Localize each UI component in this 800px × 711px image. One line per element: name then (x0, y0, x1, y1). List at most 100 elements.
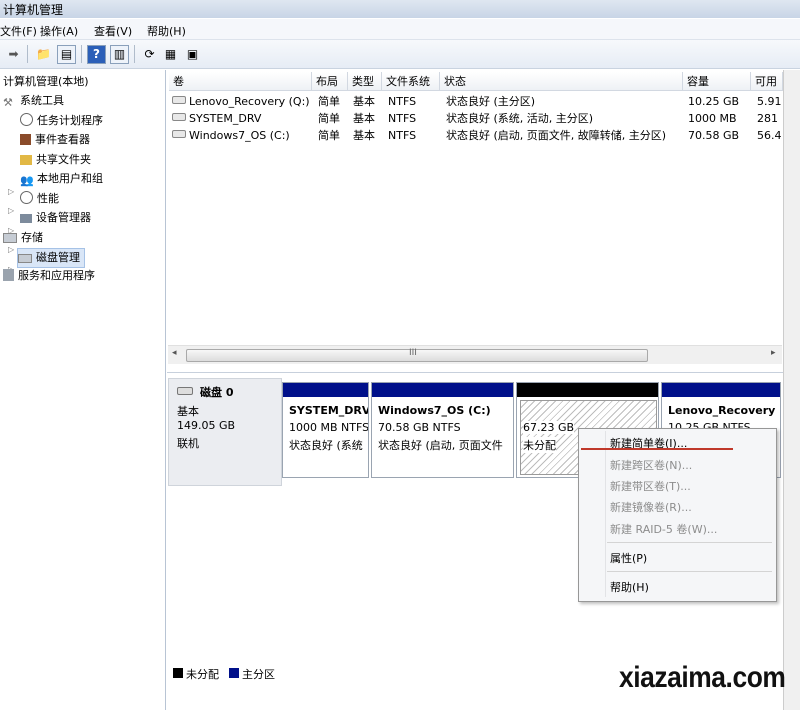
context-menu: 新建简单卷(I)... 新建跨区卷(N)... 新建带区卷(T)... 新建镜像… (578, 428, 777, 602)
cell-status: 状态良好 (启动, 页面文件, 故障转储, 主分区) (446, 129, 667, 142)
cell-volume: Windows7_OS (C:) (172, 127, 310, 144)
column-header-filesystem[interactable]: 文件系统 (382, 72, 440, 91)
menu-view[interactable]: 查看(V) (94, 23, 132, 39)
device-manager-icon (20, 214, 32, 223)
legend-label-unallocated: 未分配 (186, 668, 219, 681)
partition-name: SYSTEM_DRV (289, 404, 369, 417)
cell-capacity: 10.25 GB (688, 95, 740, 108)
tree-item-local-users[interactable]: 👥 本地用户和组 (20, 170, 103, 188)
column-header-status[interactable]: 状态 (440, 72, 683, 91)
cell-type: 基本 (353, 129, 375, 142)
menu-action[interactable]: 操作(A) (40, 23, 78, 39)
primary-partition-bar (372, 383, 513, 397)
users-icon: 👥 (20, 174, 34, 187)
tree-item-event-viewer[interactable]: 事件查看器 (20, 131, 90, 149)
services-icon (3, 269, 14, 281)
expand-arrow-icon[interactable]: ▷ (8, 187, 14, 196)
menu-item-help[interactable]: 帮助(H) (610, 579, 649, 595)
menu-item-new-striped-volume[interactable]: 新建带区卷(T)... (610, 478, 691, 494)
scroll-left-icon[interactable]: ◂ (172, 348, 177, 358)
disk-info-panel[interactable]: 磁盘 0 基本 149.05 GB 联机 (168, 378, 282, 486)
help-icon[interactable]: ? (87, 45, 106, 64)
event-viewer-icon (20, 134, 31, 145)
partition-name: Lenovo_Recovery (668, 404, 776, 417)
column-header-volume[interactable]: 卷 (169, 72, 312, 91)
partition-status: 未分配 (523, 437, 556, 453)
menu-item-new-mirrored-volume[interactable]: 新建镜像卷(R)... (610, 499, 692, 515)
up-folder-icon[interactable]: 📁 (34, 45, 53, 64)
legend-label-primary: 主分区 (242, 668, 275, 681)
cell-volume: SYSTEM_DRV (172, 110, 310, 127)
menu-item-new-spanned-volume[interactable]: 新建跨区卷(N)... (610, 457, 692, 473)
disk-settings-icon[interactable]: ▣ (183, 45, 202, 64)
disk-name: 磁盘 0 (200, 386, 234, 399)
cell-type: 基本 (353, 95, 375, 108)
show-tree-icon[interactable]: ▤ (57, 45, 76, 64)
tree-label: 共享文件夹 (36, 153, 91, 166)
expand-arrow-icon[interactable]: ▷ (8, 206, 14, 215)
menu-item-properties[interactable]: 属性(P) (610, 550, 647, 566)
horizontal-scrollbar[interactable]: ◂ III ▸ (168, 345, 782, 364)
storage-icon (3, 233, 17, 243)
cell-filesystem: NTFS (388, 129, 417, 142)
cell-free: 5.91 (757, 95, 782, 108)
cell-capacity: 1000 MB (688, 112, 737, 125)
toolbar-separator (27, 45, 28, 63)
vertical-scrollbar[interactable] (783, 70, 800, 710)
disk-status: 联机 (177, 437, 199, 450)
partition-status: 状态良好 (系统 (289, 439, 363, 452)
column-header-free[interactable]: 可用 (751, 72, 783, 91)
cell-free: 56.4 (757, 129, 782, 142)
tree-item-root[interactable]: 计算机管理(本地) (3, 73, 89, 91)
toolbar: ➡ 📁 ▤ ? ▥ ⟳ ▦ ▣ (0, 40, 800, 69)
volume-icon (172, 130, 186, 138)
menu-separator (607, 571, 772, 572)
tree-item-services-apps[interactable]: 服务和应用程序 (3, 267, 95, 285)
unallocated-bar (517, 383, 658, 397)
action-pane-icon[interactable]: ▥ (110, 45, 129, 64)
properties-icon[interactable]: ▦ (161, 45, 180, 64)
scrollbar-thumb[interactable]: III (186, 348, 648, 362)
cell-layout: 简单 (318, 129, 340, 142)
performance-icon (20, 191, 33, 204)
tree-item-device-manager[interactable]: 设备管理器 (20, 209, 91, 227)
disk-icon (177, 387, 193, 395)
tree-item-performance[interactable]: 性能 (20, 190, 59, 208)
tree-item-task-scheduler[interactable]: 任务计划程序 (20, 112, 103, 130)
cell-status: 状态良好 (主分区) (446, 95, 536, 108)
title-bar: 计算机管理 (0, 0, 800, 18)
menu-item-new-raid5-volume[interactable]: 新建 RAID-5 卷(W)... (610, 521, 717, 537)
legend-swatch-unallocated (173, 668, 183, 678)
refresh-icon[interactable]: ⟳ (140, 45, 159, 64)
folder-icon (20, 155, 32, 165)
column-header-layout[interactable]: 布局 (312, 72, 348, 91)
tree-item-system-tools[interactable]: ⚒ 系统工具 (3, 92, 64, 110)
partition-system-drv[interactable]: SYSTEM_DRV 1000 MB NTFS 状态良好 (系统 (282, 382, 369, 478)
column-header-type[interactable]: 类型 (348, 72, 382, 91)
partition-size: 1000 MB NTFS (289, 421, 369, 434)
cell-filesystem: NTFS (388, 95, 417, 108)
tree-item-disk-management[interactable]: 磁盘管理 (17, 248, 85, 268)
tree-label: 任务计划程序 (37, 114, 103, 127)
disk-type: 基本 (177, 405, 199, 418)
toolbar-separator (134, 45, 135, 63)
tree-item-storage[interactable]: 存储 (3, 229, 43, 247)
column-header-capacity[interactable]: 容量 (683, 72, 751, 91)
watermark: xiazaima.com (619, 661, 786, 694)
tree-label: 本地用户和组 (37, 172, 103, 185)
menu-help[interactable]: 帮助(H) (147, 23, 186, 39)
tree-item-shared-folders[interactable]: 共享文件夹 (20, 151, 91, 169)
menu-file[interactable]: 文件(F) (0, 23, 37, 39)
disk-icon (18, 254, 32, 263)
cell-filesystem: NTFS (388, 112, 417, 125)
scroll-right-icon[interactable]: ▸ (771, 348, 776, 358)
primary-partition-bar (662, 383, 780, 397)
partition-windows7-os[interactable]: Windows7_OS (C:) 70.58 GB NTFS 状态良好 (启动,… (371, 382, 514, 478)
cell-volume: Lenovo_Recovery (Q:) (172, 93, 310, 110)
disk-size: 149.05 GB (177, 419, 236, 432)
toolbar-separator (81, 45, 82, 63)
forward-arrow-icon[interactable]: ➡ (4, 45, 23, 64)
cell-layout: 简单 (318, 112, 340, 125)
menu-bar: 文件(F) 操作(A) 查看(V) 帮助(H) (0, 19, 800, 40)
partition-size: 67.23 GB (523, 421, 575, 434)
